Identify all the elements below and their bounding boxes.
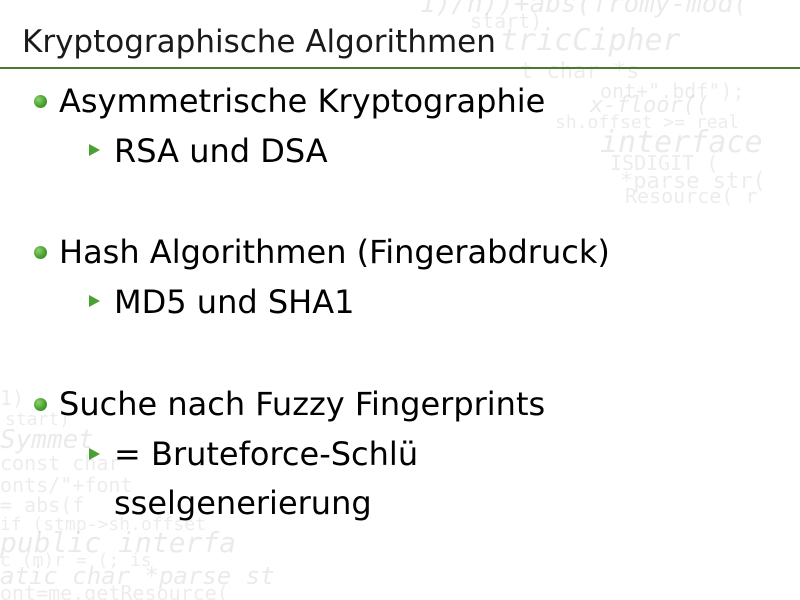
- subbullet-rsa-dsa: RSA und DSA: [114, 132, 328, 170]
- green-triangle-icon: [89, 144, 100, 156]
- slide-content: Asymmetrische Kryptographie RSA und DSA …: [0, 0, 800, 600]
- green-dot-icon: [34, 95, 47, 108]
- subbullet-bruteforce-line1: = Bruteforce-Schlü: [114, 435, 419, 473]
- bullet-fuzzy-fingerprints: Suche nach Fuzzy Fingerprints: [59, 385, 546, 423]
- green-triangle-icon: [89, 295, 100, 307]
- subbullet-md5-sha1: MD5 und SHA1: [114, 283, 355, 321]
- bullet-hash-algorithms: Hash Algorithmen (Fingerabdruck): [59, 233, 610, 271]
- green-dot-icon: [34, 246, 47, 259]
- bullet-asymmetric-crypto: Asymmetrische Kryptographie: [59, 82, 546, 120]
- green-dot-icon: [34, 398, 47, 411]
- subbullet-bruteforce-line2: sselgenerierung: [114, 484, 372, 522]
- green-triangle-icon: [89, 448, 100, 460]
